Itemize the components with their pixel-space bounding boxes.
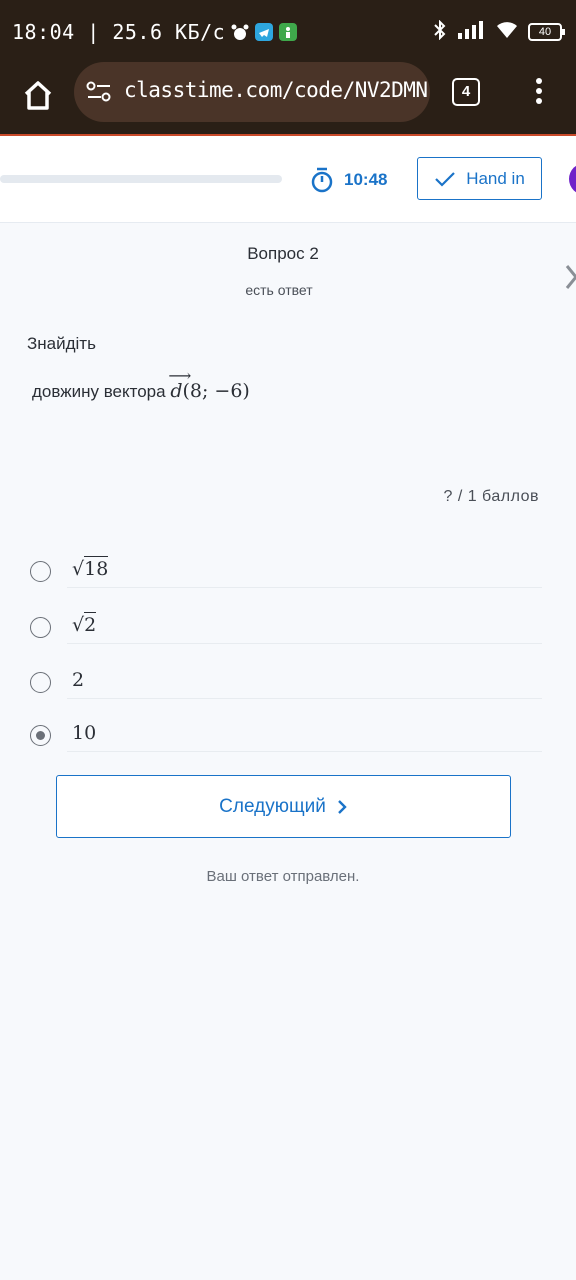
status-bar-right: 40 xyxy=(432,19,565,43)
checkmark-icon xyxy=(435,171,455,187)
question-text-label: довжину вектора xyxy=(32,382,166,401)
chevron-right-icon xyxy=(565,265,576,289)
answer-option[interactable]: 2 xyxy=(30,669,542,726)
option-divider xyxy=(67,587,542,588)
next-button-label: Следующий xyxy=(219,795,326,817)
status-time-speed: 18:04 | 25.6 КБ/с xyxy=(12,20,226,44)
answer-option[interactable]: √2 xyxy=(30,612,542,671)
timer-value: 10:48 xyxy=(344,170,388,189)
menu-dot-icon xyxy=(536,98,542,104)
avatar[interactable] xyxy=(569,163,576,195)
telegram-icon xyxy=(255,23,274,41)
site-settings-icon[interactable] xyxy=(86,80,112,104)
overflow-menu-button[interactable] xyxy=(534,78,544,106)
option-value: 2 xyxy=(72,669,85,691)
menu-dot-icon xyxy=(536,78,542,84)
tab-switcher-button[interactable]: 4 xyxy=(452,78,480,106)
next-question-arrow[interactable] xyxy=(563,262,576,292)
score: ? / 1 баллов xyxy=(443,488,539,505)
answer-option[interactable]: 10 xyxy=(30,722,542,779)
option-divider xyxy=(67,751,542,752)
next-button[interactable]: Следующий xyxy=(56,775,511,838)
vector-coordinates: (8; −6) xyxy=(182,380,250,402)
radio-button-selected[interactable] xyxy=(30,725,51,746)
answer-option[interactable]: √18 xyxy=(30,556,542,615)
menu-dot-icon xyxy=(536,88,542,94)
alarm-icon xyxy=(231,23,249,41)
wifi-icon xyxy=(496,21,518,42)
option-divider xyxy=(67,698,542,699)
hand-in-button[interactable]: Hand in xyxy=(417,157,542,200)
radio-button[interactable] xyxy=(30,672,51,693)
radio-button[interactable] xyxy=(30,617,51,638)
quiz-header: 10:48 Hand in xyxy=(0,136,576,223)
option-divider xyxy=(67,643,542,644)
question-title: Вопрос 2 xyxy=(247,244,319,263)
stopwatch-icon xyxy=(311,167,333,193)
home-button[interactable] xyxy=(18,76,58,116)
vector-expression: ⟶ d(8; −6) xyxy=(168,366,250,402)
hand-in-label: Hand in xyxy=(466,168,525,188)
option-value: √18 xyxy=(72,556,109,580)
browser-toolbar: classtime.com/code/NV2DMN 4 xyxy=(0,62,576,134)
bluetooth-icon xyxy=(432,19,448,43)
vector-name: ⟶ d xyxy=(168,366,192,402)
address-bar[interactable]: classtime.com/code/NV2DMN xyxy=(74,62,430,122)
question-prompt: Знайдіть xyxy=(27,334,96,353)
status-bar: 18:04 | 25.6 КБ/с 40 xyxy=(0,0,576,62)
signal-icon xyxy=(458,21,486,42)
chevron-right-icon xyxy=(337,799,347,814)
timer: 10:48 xyxy=(310,167,387,193)
answer-sent-message: Ваш ответ отправлен. xyxy=(206,868,360,885)
home-icon xyxy=(24,81,52,110)
option-value: 10 xyxy=(72,722,97,744)
vector-arrow-icon: ⟶ xyxy=(168,366,192,385)
app-notification-icon xyxy=(279,23,298,41)
radio-button[interactable] xyxy=(30,561,51,582)
question-status: есть ответ xyxy=(245,282,313,298)
question-text: довжину вектора ⟶ d(8; −6) xyxy=(32,366,250,402)
status-bar-left: 18:04 | 25.6 КБ/с xyxy=(12,20,298,44)
progress-bar xyxy=(0,175,282,183)
option-value: √2 xyxy=(72,612,97,636)
url-text[interactable]: classtime.com/code/NV2DMN xyxy=(124,78,428,102)
battery-icon: 40 xyxy=(528,22,565,41)
